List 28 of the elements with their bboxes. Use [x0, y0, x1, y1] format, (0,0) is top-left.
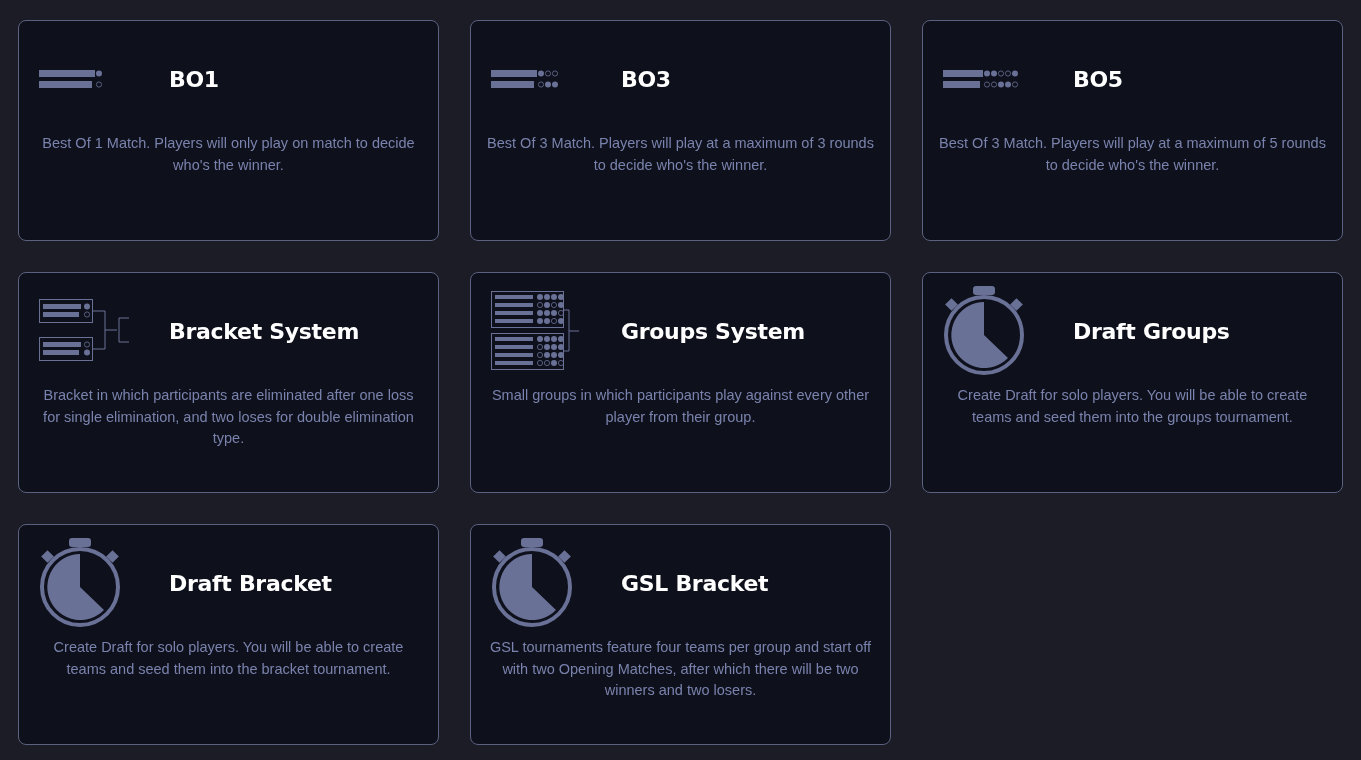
card-description: Create Draft for solo players. You will be able to create teams and seed them into the groups tournament. — [956, 386, 1309, 427]
card-title: Bracket System — [169, 318, 360, 344]
mode-card[interactable]: Draft Bracket Create Draft for solo players. You will be able to create teams and seed them into the bracket tournament. — [18, 524, 439, 745]
mode-card[interactable]: BO5 Best Of 3 Match. Players will play at a maximum of 5 rounds to decide who's the winner. — [922, 20, 1343, 241]
card-description: Best Of 1 Match. Players will only play on match to decide who's the winner. — [41, 134, 416, 175]
card-title: Draft Bracket — [169, 570, 332, 596]
card-description: Small groups in which participants play against every other player from their group. — [490, 386, 871, 427]
stopwatch-icon — [39, 538, 121, 628]
card-title: GSL Bracket — [621, 570, 769, 596]
card-description: Best Of 3 Match. Players will play at a maximum of 5 rounds to decide who's the winner. — [939, 134, 1326, 175]
mode-card[interactable]: Draft Groups Create Draft for solo players. You will be able to create teams and seed them into the groups tournament. — [922, 272, 1343, 493]
mode-card[interactable]: Bracket System Bracket in which participants are eliminated after one loss for single elimination, and two loses for double elimination type. — [18, 272, 439, 493]
mode-card[interactable]: Groups System Small groups in which participants play against every other player from their group. — [470, 272, 891, 493]
mode-card[interactable]: GSL Bracket GSL tournaments feature four teams per group and start off with two Opening Matches, after which there will be two winners and two losers. — [470, 524, 891, 745]
card-title: BO1 — [169, 66, 219, 92]
card-description: Best Of 3 Match. Players will play at a maximum of 3 rounds to decide who's the winner. — [487, 134, 874, 175]
card-description: GSL tournaments feature four teams per group and start off with two Opening Matches, after which there will be two winners and two losers. — [488, 638, 873, 700]
card-description: Bracket in which participants are eliminated after one loss for single elimination, and two loses for double elimination type. — [42, 386, 415, 448]
card-title: Draft Groups — [1073, 318, 1230, 344]
card-description: Create Draft for solo players. You will be able to create teams and seed them into the bracket tournament. — [52, 638, 405, 679]
bracket-icon — [39, 299, 131, 363]
mode-card[interactable]: BO3 Best Of 3 Match. Players will play at a maximum of 3 rounds to decide who's the winner. — [470, 20, 891, 241]
card-title: BO3 — [621, 66, 671, 92]
stopwatch-icon — [491, 538, 573, 628]
stopwatch-icon — [943, 286, 1025, 376]
card-title: Groups System — [621, 318, 805, 344]
mode-card[interactable]: BO1 Best Of 1 Match. Players will only play on match to decide who's the winner. — [18, 20, 439, 241]
card-title: BO5 — [1073, 66, 1123, 92]
